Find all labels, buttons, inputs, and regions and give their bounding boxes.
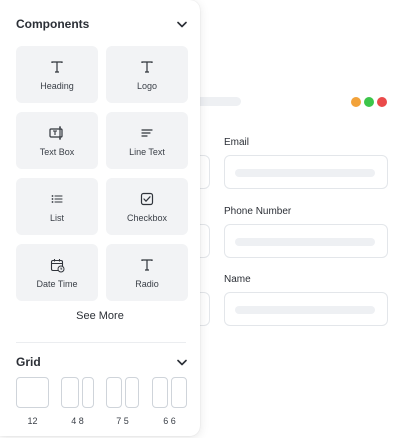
- grid-option-label: 7 5: [116, 416, 129, 426]
- component-label: Date Time: [36, 279, 78, 289]
- component-label: Line Text: [129, 147, 165, 157]
- component-date-time[interactable]: Date Time: [16, 244, 98, 301]
- name-label: Name: [224, 274, 251, 285]
- field-placeholder-bar: [235, 238, 375, 246]
- component-label: List: [49, 213, 64, 223]
- window-title-placeholder: [195, 97, 241, 106]
- email-label: Email: [224, 137, 250, 148]
- radio-icon: [140, 256, 154, 274]
- grid-header[interactable]: Grid: [16, 355, 188, 369]
- email-field[interactable]: [224, 155, 388, 189]
- component-checkbox[interactable]: Checkbox: [106, 178, 188, 235]
- text-box-icon: [49, 124, 65, 142]
- chevron-down-icon[interactable]: [176, 18, 188, 30]
- component-label: Heading: [40, 81, 74, 91]
- components-header[interactable]: Components: [16, 17, 188, 31]
- component-line-text[interactable]: Line Text: [106, 112, 188, 169]
- phone-number-label: Phone Number: [224, 206, 292, 217]
- component-text-box[interactable]: Text Box: [16, 112, 98, 169]
- grid-column-cell: [125, 377, 139, 408]
- grid-column-cell: [16, 377, 49, 408]
- logo-icon: [140, 58, 154, 76]
- grid-option-label: 4 8: [71, 416, 84, 426]
- field-placeholder-bar: [235, 306, 375, 314]
- components-panel: Components Heading Logo Text Box Line Te…: [0, 0, 200, 436]
- components-title: Components: [16, 17, 90, 31]
- component-logo[interactable]: Logo: [106, 46, 188, 103]
- grid-column-cell: [152, 377, 168, 408]
- window-dot-red: [377, 97, 387, 107]
- window-dot-orange: [351, 97, 361, 107]
- line-text-icon: [140, 124, 154, 142]
- component-label: Logo: [136, 81, 158, 91]
- component-radio[interactable]: Radio: [106, 244, 188, 301]
- name-field[interactable]: [224, 292, 388, 326]
- see-more-link[interactable]: See More: [0, 310, 200, 322]
- grid-title: Grid: [16, 355, 41, 369]
- grid-column-cell: [82, 377, 94, 408]
- window-dot-green: [364, 97, 374, 107]
- field-placeholder-bar: [235, 169, 375, 177]
- component-list[interactable]: List: [16, 178, 98, 235]
- chevron-down-icon[interactable]: [176, 356, 188, 368]
- grid-option-label: 12: [27, 416, 38, 426]
- grid-column-cell: [106, 377, 122, 408]
- grid-column-cell: [171, 377, 187, 408]
- phone-number-field[interactable]: [224, 224, 388, 258]
- heading-icon: [50, 58, 64, 76]
- component-label: Radio: [135, 279, 159, 289]
- section-divider: [16, 342, 186, 343]
- calendar-icon: [50, 256, 65, 274]
- components-grid: Heading Logo Text Box Line Text List Che…: [16, 46, 188, 301]
- component-label: Text Box: [39, 147, 75, 157]
- grid-option-label: 6 6: [163, 416, 176, 426]
- checkbox-icon: [140, 190, 154, 208]
- grid-column-cell: [61, 377, 79, 408]
- component-heading[interactable]: Heading: [16, 46, 98, 103]
- list-icon: [50, 190, 64, 208]
- component-label: Checkbox: [126, 213, 168, 223]
